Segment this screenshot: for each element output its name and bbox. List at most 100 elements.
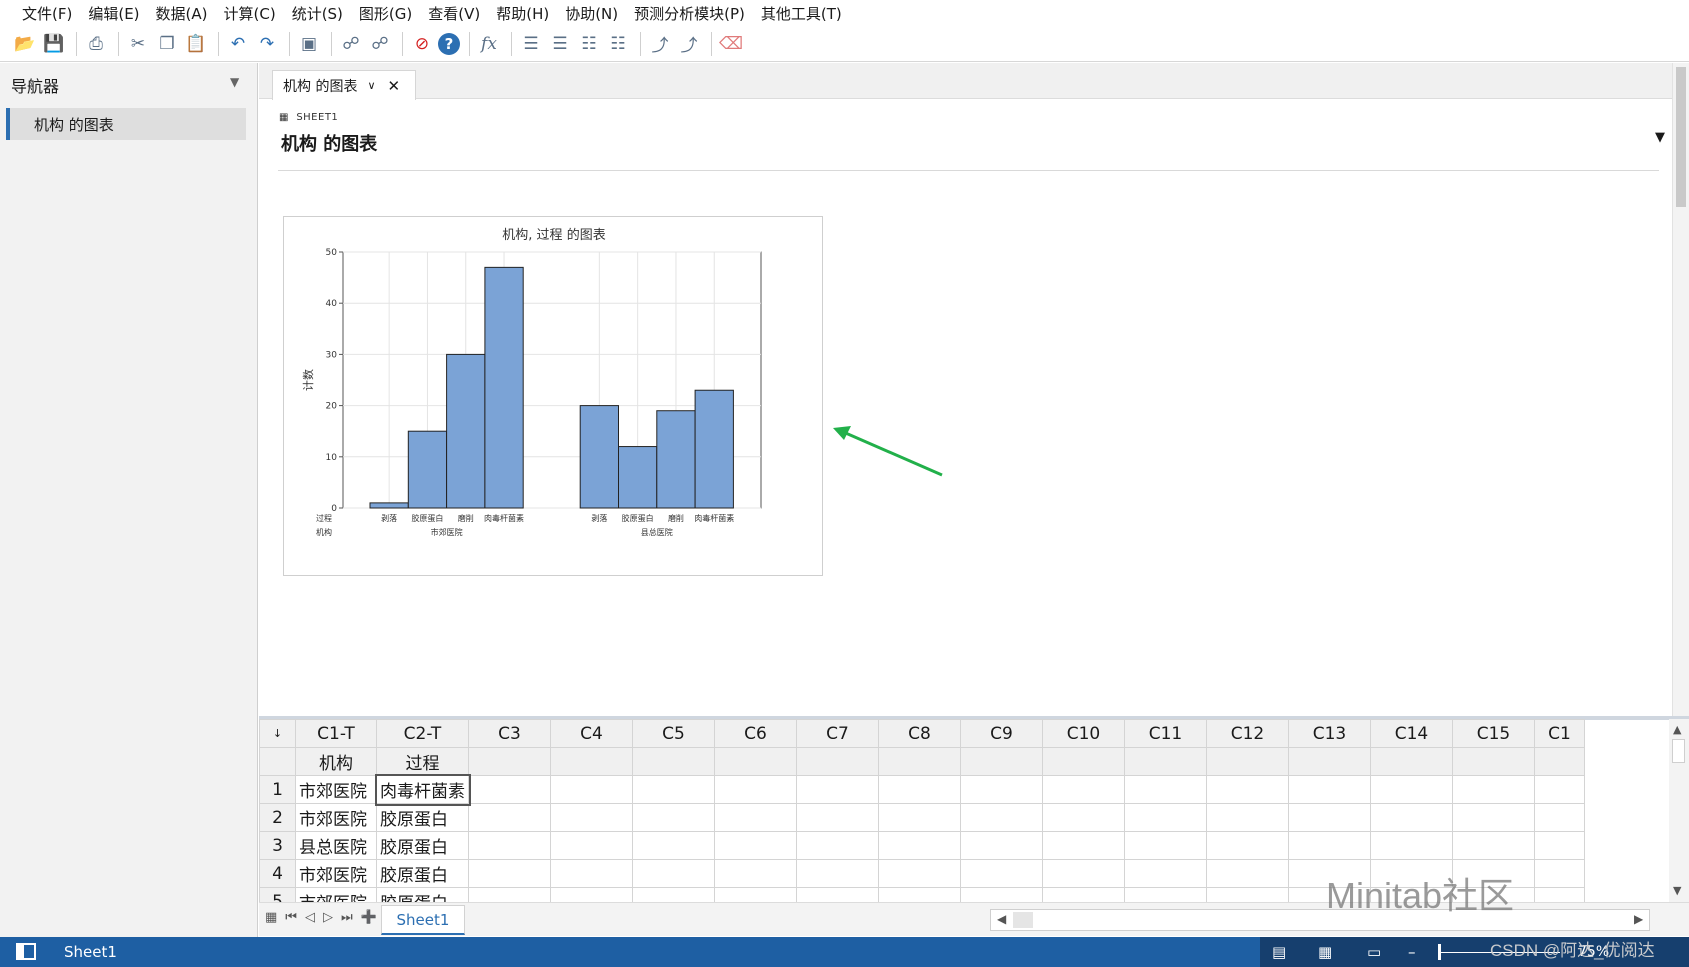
column-name-cell[interactable]	[1288, 747, 1371, 776]
column-header[interactable]: C5	[632, 719, 715, 748]
scroll-up-icon[interactable]: ▲	[1673, 723, 1681, 736]
grid-cell[interactable]: 市郊医院	[295, 887, 377, 902]
grid-cell[interactable]	[1288, 803, 1371, 832]
sheet-list-icon[interactable]: ▦	[265, 910, 277, 925]
column-header[interactable]: C10	[1042, 719, 1125, 748]
grid-cell[interactable]	[878, 831, 961, 860]
column-header[interactable]: C4	[550, 719, 633, 748]
grid-cell[interactable]	[796, 887, 879, 902]
find-icon[interactable]: ☍	[338, 31, 364, 57]
column-name-cell[interactable]	[1206, 747, 1289, 776]
grid-cell[interactable]	[1206, 803, 1289, 832]
grid-cell[interactable]	[1452, 803, 1535, 832]
grid-cell[interactable]	[1370, 775, 1453, 804]
replace-icon[interactable]: ☍	[367, 31, 393, 57]
column-header[interactable]: C1-T	[295, 719, 377, 748]
cancel-icon[interactable]: ⊘	[409, 31, 435, 57]
column-header[interactable]: C13	[1288, 719, 1371, 748]
align-bottom-icon[interactable]: ☷	[576, 31, 602, 57]
undo-icon[interactable]: ↶	[225, 31, 251, 57]
grid-cell[interactable]	[878, 887, 961, 902]
close-icon[interactable]: ✕	[388, 77, 401, 95]
column-name-cell[interactable]	[468, 747, 551, 776]
align-top-icon[interactable]: ☷	[605, 31, 631, 57]
column-header[interactable]: C9	[960, 719, 1043, 748]
grid-cell[interactable]	[878, 803, 961, 832]
grid-cell[interactable]	[468, 887, 551, 902]
grid-cell[interactable]	[1124, 831, 1207, 860]
grid-cell[interactable]: 市郊医院	[295, 859, 377, 888]
column-name-cell[interactable]	[1370, 747, 1453, 776]
redo-icon[interactable]: ↷	[254, 31, 280, 57]
brush-add-icon[interactable]: ⤴	[676, 31, 702, 57]
grid-cell[interactable]	[1042, 859, 1125, 888]
grid-cell[interactable]	[796, 775, 879, 804]
row-header[interactable]: 1	[259, 775, 296, 804]
grid-cell[interactable]	[632, 887, 715, 902]
menu-item[interactable]: 帮助(H)	[488, 3, 557, 24]
grid-cell[interactable]	[1534, 887, 1585, 902]
column-name-cell[interactable]	[960, 747, 1043, 776]
panel-toggle-icon[interactable]	[16, 943, 36, 960]
cut-icon[interactable]: ✂	[125, 31, 151, 57]
column-header[interactable]: C2-T	[376, 719, 469, 748]
grid-cell[interactable]	[1370, 831, 1453, 860]
column-header[interactable]: C14	[1370, 719, 1453, 748]
menu-item[interactable]: 预测分析模块(P)	[626, 3, 753, 24]
grid-cell[interactable]	[550, 887, 633, 902]
formula-icon[interactable]: fx	[476, 31, 502, 57]
output-scrollbar[interactable]	[1672, 63, 1689, 716]
grid-cell[interactable]	[1370, 803, 1453, 832]
menu-item[interactable]: 数据(A)	[148, 3, 216, 24]
scroll-right-icon[interactable]: ▶	[1634, 912, 1643, 926]
grid-cell[interactable]	[878, 775, 961, 804]
grid-cell[interactable]	[468, 775, 551, 804]
grid-cell[interactable]: 胶原蛋白	[376, 803, 469, 832]
column-header[interactable]: C6	[714, 719, 797, 748]
grid-cell[interactable]	[714, 859, 797, 888]
grid-cell[interactable]	[1124, 803, 1207, 832]
grid-cell[interactable]: 肉毒杆菌素	[374, 773, 471, 806]
column-header[interactable]: C1	[1534, 719, 1585, 748]
scroll-down-icon[interactable]: ▼	[1673, 884, 1681, 897]
column-name-cell[interactable]	[1534, 747, 1585, 776]
grid-cell[interactable]	[878, 859, 961, 888]
help-icon[interactable]: ?	[438, 32, 460, 55]
zoom-out-icon[interactable]: –	[1408, 943, 1416, 961]
align-left-icon[interactable]: ☰	[518, 31, 544, 57]
grid-cell[interactable]	[1124, 859, 1207, 888]
grid-cell[interactable]	[796, 803, 879, 832]
open-icon[interactable]: 📂	[12, 31, 38, 57]
column-name-cell[interactable]	[550, 747, 633, 776]
grid-cell[interactable]: 县总医院	[295, 831, 377, 860]
column-header[interactable]: C12	[1206, 719, 1289, 748]
last-sheet-icon[interactable]: ⏭	[341, 910, 353, 925]
grid-cell[interactable]	[1124, 775, 1207, 804]
grid-cell[interactable]	[714, 803, 797, 832]
menu-item[interactable]: 编辑(E)	[80, 3, 147, 24]
grid-cell[interactable]: 市郊医院	[295, 775, 377, 804]
grid-cell[interactable]: 胶原蛋白	[376, 887, 469, 902]
grid-cell[interactable]	[1534, 775, 1585, 804]
grid-cell[interactable]	[1534, 859, 1585, 888]
grid-cell[interactable]	[1534, 831, 1585, 860]
scrollbar-thumb[interactable]	[1013, 912, 1033, 928]
menu-item[interactable]: 统计(S)	[284, 3, 351, 24]
eraser-icon[interactable]: ⌫	[718, 31, 744, 57]
grid-cell[interactable]	[960, 803, 1043, 832]
grid-cell[interactable]	[1042, 803, 1125, 832]
column-header[interactable]: C11	[1124, 719, 1207, 748]
menu-item[interactable]: 文件(F)	[14, 3, 80, 24]
chart-frame[interactable]: 机构, 过程 的图表 0 10 20 30 40 50 计数 剥落 胶原蛋白 磨削 肉毒杆菌素 市郊医院…	[283, 216, 823, 576]
menu-item[interactable]: 协助(N)	[557, 3, 626, 24]
first-sheet-icon[interactable]: ⏮	[285, 910, 297, 925]
grid-cell[interactable]	[796, 859, 879, 888]
grid-cell[interactable]: 市郊医院	[295, 803, 377, 832]
split-view-icon[interactable]: ▤	[1272, 943, 1286, 961]
paste-icon[interactable]: 📋	[183, 31, 209, 57]
grid-cell[interactable]	[714, 831, 797, 860]
tab-graph[interactable]: 机构 的图表 ∨ ✕	[272, 70, 416, 100]
scrollbar-thumb[interactable]	[1676, 67, 1686, 207]
worksheet-hscrollbar[interactable]: ◀ ▶	[990, 909, 1650, 931]
menu-item[interactable]: 图形(G)	[351, 3, 420, 24]
